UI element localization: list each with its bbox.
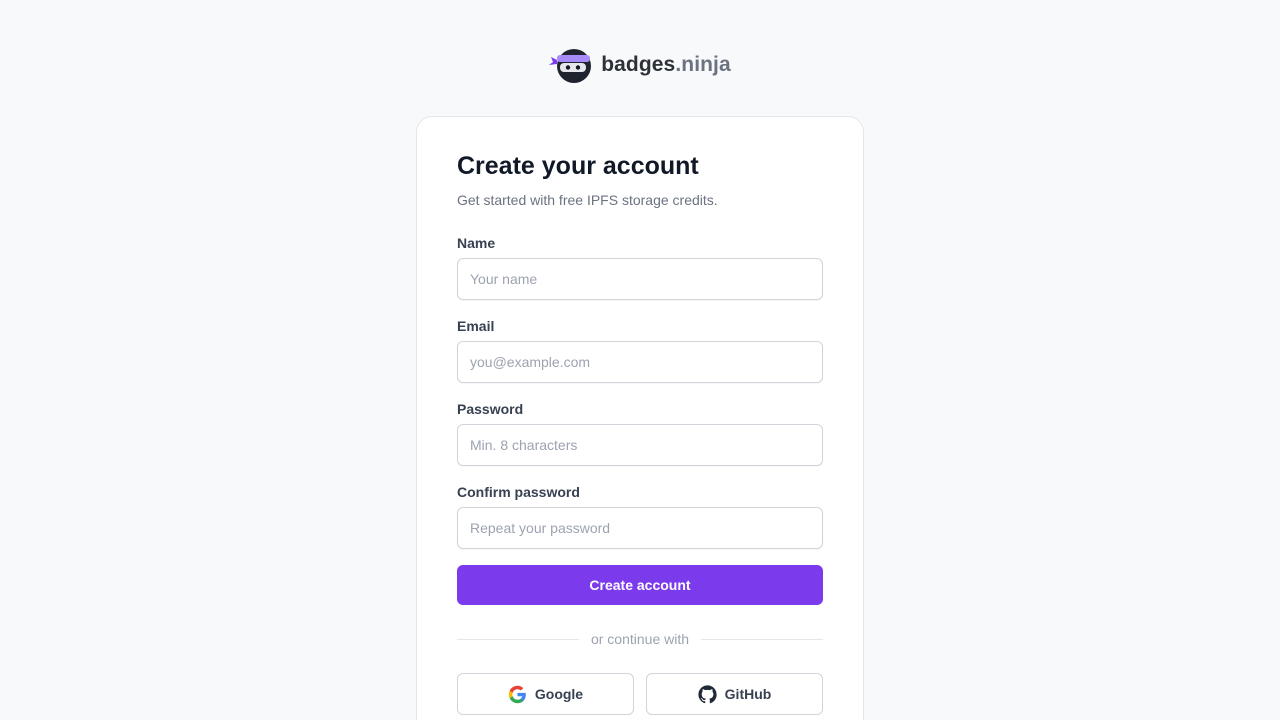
oauth-divider: or continue with [457,631,823,647]
oauth-buttons: Google GitHub [457,673,823,715]
create-account-button[interactable]: Create account [457,565,823,605]
email-field-group: Email [457,318,823,383]
brand-name-accent: .ninja [675,53,731,76]
github-icon [698,684,717,703]
google-signin-button[interactable]: Google [457,673,634,715]
github-signin-button[interactable]: GitHub [646,673,823,715]
signup-card: Create your account Get started with fre… [416,116,864,720]
divider-line-left [457,638,579,640]
confirm-password-input[interactable] [457,507,823,549]
brand-name-main: badges [601,53,676,76]
page-subtitle: Get started with free IPFS storage credi… [457,192,718,208]
divider-text: or continue with [590,631,690,647]
password-input[interactable] [457,424,823,466]
password-field-group: Password [457,401,823,466]
brand-header: badges.ninja [0,46,1280,84]
email-input[interactable] [457,341,823,383]
brand-name: badges.ninja [601,53,731,77]
password-label: Password [457,401,524,417]
confirm-password-field-group: Confirm password [457,484,823,549]
name-field-group: Name [457,235,823,300]
confirm-password-label: Confirm password [457,484,580,500]
google-button-label: Google [534,686,584,702]
github-button-label: GitHub [724,686,772,702]
page-title: Create your account [457,152,699,180]
name-input[interactable] [457,258,823,300]
ninja-mascot-icon [549,49,592,83]
google-icon [508,685,526,703]
divider-line-right [701,638,823,640]
email-label: Email [457,318,495,334]
name-label: Name [457,235,496,251]
